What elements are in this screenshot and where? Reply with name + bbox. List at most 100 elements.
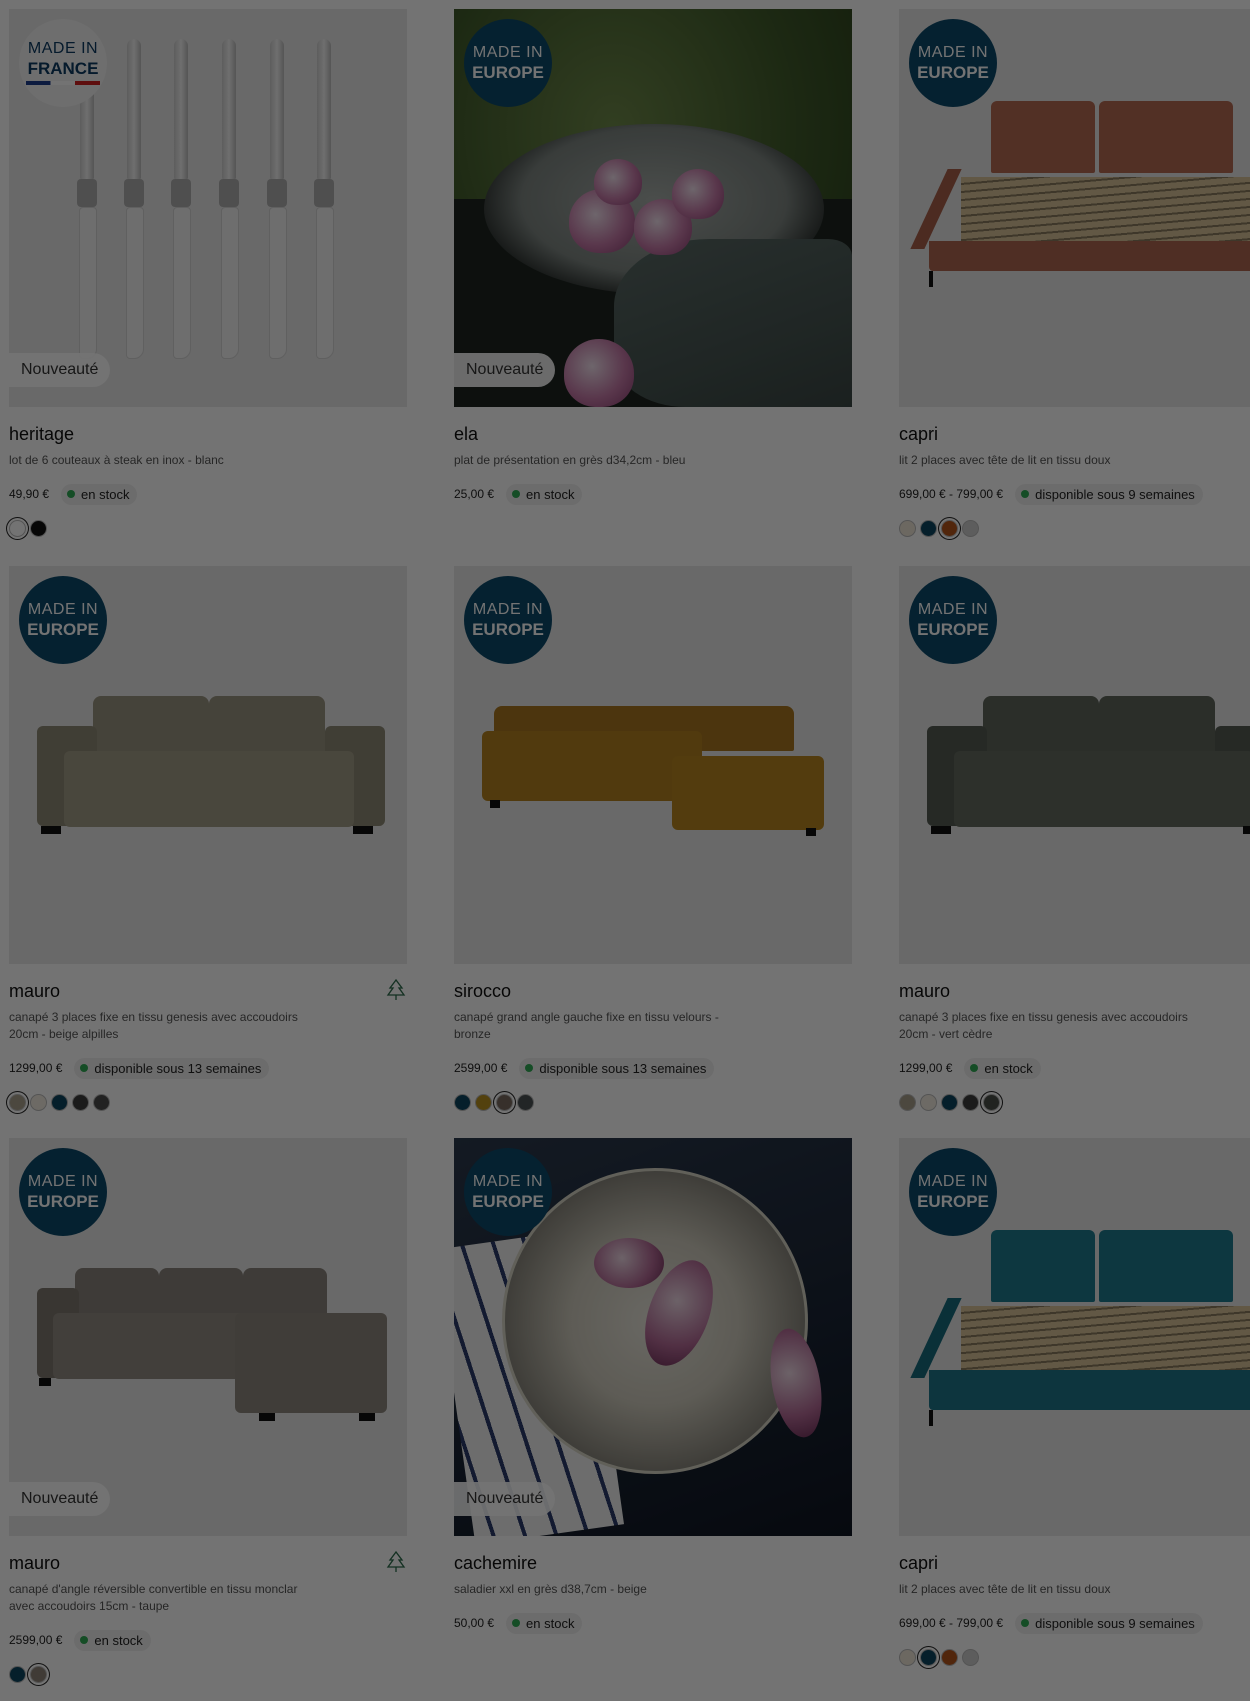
product-image[interactable]: MADE IN EUROPE: [454, 566, 852, 964]
color-swatch[interactable]: [920, 1094, 937, 1111]
color-swatch[interactable]: [941, 1649, 958, 1666]
color-swatch[interactable]: [30, 1666, 47, 1683]
availability-badge: en stock: [506, 1612, 583, 1634]
made-in-badge: MADE IN EUROPE: [909, 576, 997, 664]
knife-illustration: [171, 39, 191, 369]
badge-line2: EUROPE: [472, 1192, 544, 1211]
product-price: 2599,00 €: [9, 1633, 63, 1647]
color-swatch[interactable]: [899, 1649, 916, 1666]
product-name[interactable]: mauro: [9, 1553, 407, 1575]
made-in-badge: MADE IN EUROPE: [909, 1148, 997, 1236]
product-card[interactable]: MADE IN EUROPE capri lit 2 places avec t…: [899, 1138, 1250, 1669]
product-name[interactable]: sirocco: [454, 981, 852, 1003]
product-card[interactable]: MADE IN FRANCE Nouveauté heritage lot de…: [9, 9, 407, 540]
availability-text: en stock: [94, 1632, 143, 1648]
color-swatch[interactable]: [475, 1094, 492, 1111]
color-swatch[interactable]: [30, 520, 47, 537]
product-name[interactable]: ela: [454, 424, 852, 446]
price-row: 1299,00 € en stock: [899, 1057, 1250, 1079]
product-card[interactable]: MADE IN EUROPE Nouveauté mauro canapé d'…: [9, 1138, 407, 1686]
product-price: 25,00 €: [454, 487, 495, 501]
product-image[interactable]: MADE IN EUROPE Nouveauté: [9, 1138, 407, 1536]
product-image[interactable]: MADE IN EUROPE Nouveauté: [454, 1138, 852, 1536]
product-description: lit 2 places avec tête de lit en tissu d…: [899, 453, 1111, 467]
product-image[interactable]: MADE IN EUROPE: [899, 566, 1250, 964]
color-swatch[interactable]: [9, 1666, 26, 1683]
product-price: 699,00 € - 799,00 €: [899, 1616, 1004, 1630]
color-swatch[interactable]: [30, 1094, 47, 1111]
price-row: 699,00 € - 799,00 € disponible sous 9 se…: [899, 1612, 1250, 1634]
badge-line1: MADE IN: [472, 601, 544, 618]
price-row: 49,90 € en stock: [9, 483, 407, 505]
knife-illustration: [124, 39, 144, 369]
product-description: canapé d'angle réversible convertible en…: [9, 1582, 298, 1613]
color-swatch[interactable]: [72, 1094, 89, 1111]
color-swatch[interactable]: [9, 520, 26, 537]
product-card[interactable]: MADE IN EUROPE sirocco canapé grand angl…: [454, 566, 852, 1114]
color-swatch[interactable]: [899, 520, 916, 537]
eggplant-illustration: [594, 1238, 664, 1288]
availability-badge: en stock: [61, 483, 138, 505]
color-swatch[interactable]: [9, 1094, 26, 1111]
availability-text: en stock: [526, 1615, 575, 1631]
product-image[interactable]: MADE IN FRANCE Nouveauté: [9, 9, 407, 407]
product-name[interactable]: mauro: [899, 981, 1250, 1003]
made-in-badge: MADE IN EUROPE: [464, 19, 552, 107]
product-card[interactable]: MADE IN EUROPE mauro canapé 3 places fix…: [899, 566, 1250, 1114]
color-swatch[interactable]: [899, 1094, 916, 1111]
product-description: lit 2 places avec tête de lit en tissu d…: [899, 1582, 1111, 1596]
product-name[interactable]: cachemire: [454, 1553, 852, 1575]
product-card[interactable]: MADE IN EUROPE mauro canapé 3 places fix…: [9, 566, 407, 1114]
status-dot-icon: [80, 1636, 89, 1644]
badge-line1: MADE IN: [917, 1173, 989, 1190]
product-image[interactable]: MADE IN EUROPE: [899, 9, 1250, 407]
made-in-badge: MADE IN EUROPE: [464, 576, 552, 664]
product-name[interactable]: capri: [899, 424, 1250, 446]
color-swatch[interactable]: [454, 1094, 471, 1111]
status-dot-icon: [525, 1064, 534, 1072]
badge-line2: EUROPE: [917, 63, 989, 82]
status-dot-icon: [67, 490, 76, 498]
color-swatch[interactable]: [920, 520, 937, 537]
product-name[interactable]: mauro: [9, 981, 407, 1003]
product-price: 1299,00 €: [899, 1061, 953, 1075]
product-price: 699,00 € - 799,00 €: [899, 487, 1004, 501]
color-swatches: [899, 520, 1250, 540]
color-swatch[interactable]: [983, 1094, 1000, 1111]
badge-line2: EUROPE: [27, 620, 99, 639]
color-swatch[interactable]: [93, 1094, 110, 1111]
status-dot-icon: [512, 1619, 521, 1627]
status-dot-icon: [970, 1064, 979, 1072]
color-swatch[interactable]: [496, 1094, 513, 1111]
availability-text: disponible sous 13 semaines: [94, 1060, 262, 1076]
product-image[interactable]: MADE IN EUROPE Nouveauté: [454, 9, 852, 407]
color-swatch[interactable]: [962, 1094, 979, 1111]
product-price: 49,90 €: [9, 487, 50, 501]
color-swatches: [9, 520, 407, 540]
badge-line2: EUROPE: [472, 620, 544, 639]
product-name[interactable]: capri: [899, 1553, 1250, 1575]
availability-text: disponible sous 9 semaines: [1035, 1615, 1195, 1631]
badge-line1: MADE IN: [27, 40, 99, 57]
color-swatch[interactable]: [920, 1649, 937, 1666]
product-card[interactable]: MADE IN EUROPE capri lit 2 places avec t…: [899, 9, 1250, 540]
product-grid: MADE IN FRANCE Nouveauté heritage lot de…: [0, 0, 1250, 1701]
badge-line1: MADE IN: [917, 44, 989, 61]
product-name[interactable]: heritage: [9, 424, 407, 446]
color-swatch[interactable]: [517, 1094, 534, 1111]
color-swatch[interactable]: [962, 1649, 979, 1666]
product-card[interactable]: MADE IN EUROPE Nouveauté ela plat de pré…: [454, 9, 852, 540]
color-swatch[interactable]: [962, 520, 979, 537]
color-swatch[interactable]: [51, 1094, 68, 1111]
availability-badge: disponible sous 9 semaines: [1015, 483, 1203, 505]
color-swatch[interactable]: [941, 520, 958, 537]
product-description: saladier xxl en grès d38,7cm - beige: [454, 1582, 647, 1596]
product-image[interactable]: MADE IN EUROPE: [899, 1138, 1250, 1536]
color-swatch[interactable]: [941, 1094, 958, 1111]
badge-line2: FRANCE: [27, 59, 99, 78]
availability-text: disponible sous 13 semaines: [539, 1060, 707, 1076]
garlic-illustration: [564, 339, 634, 407]
product-card[interactable]: MADE IN EUROPE Nouveauté cachemire salad…: [454, 1138, 852, 1669]
color-swatches: [899, 1649, 1250, 1669]
product-image[interactable]: MADE IN EUROPE: [9, 566, 407, 964]
